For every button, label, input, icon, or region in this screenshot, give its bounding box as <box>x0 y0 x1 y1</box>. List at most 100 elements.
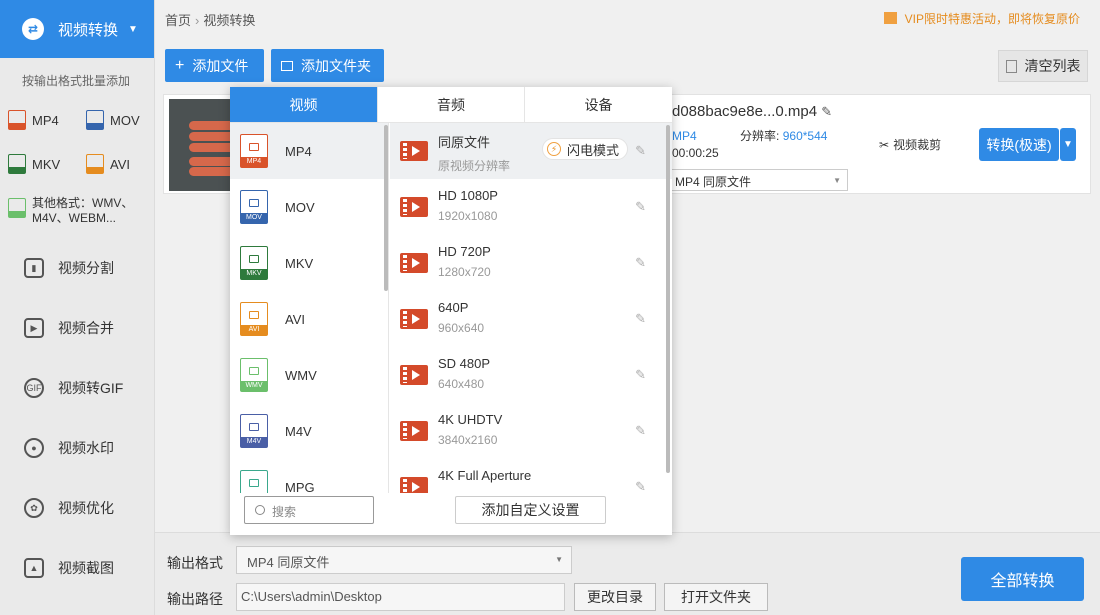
edit-preset-icon[interactable]: ✎ <box>635 255 646 271</box>
edit-preset-icon[interactable]: ✎ <box>635 479 646 493</box>
format-list-scrollbar[interactable] <box>384 125 388 291</box>
format-list: MP4 MP4 MOV MOV MKV MKV AVI AVI WMV WMV … <box>230 123 389 493</box>
format-item-label: MP4 <box>285 143 312 159</box>
convert-icon: ⇄ <box>22 18 44 40</box>
open-folder-button[interactable]: 打开文件夹 <box>664 583 768 611</box>
preset-item[interactable]: 4K UHDTV 3840x2160 ✎ <box>390 403 672 459</box>
output-path-field[interactable]: C:\Users\admin\Desktop <box>236 583 565 611</box>
format-item-label: M4V <box>285 423 312 439</box>
bottom-bar: 输出格式 MP4 同原文件 ▼ 输出路径 C:\Users\admin\Desk… <box>155 532 1100 615</box>
sidebar-item-video-merge[interactable]: ▶ 视频合并 <box>0 298 154 358</box>
change-directory-button[interactable]: 更改目录 <box>574 583 656 611</box>
add-file-label: 添加文件 <box>192 57 249 74</box>
optimize-icon: ✿ <box>24 498 44 518</box>
flash-mode-label: 闪电模式 <box>567 142 620 158</box>
sidebar-item-video-split[interactable]: ▮ 视频分割 <box>0 238 154 298</box>
file-output-format-value: MP4 同原文件 <box>675 175 752 189</box>
breadcrumb-current: 视频转换 <box>203 13 256 28</box>
edit-preset-icon[interactable]: ✎ <box>635 311 646 327</box>
sidebar-item-video-to-gif[interactable]: GIF 视频转GIF <box>0 358 154 418</box>
video-file-icon <box>400 309 428 329</box>
other-format-file-icon <box>8 198 26 218</box>
chevron-down-icon: ▼ <box>128 23 138 35</box>
preset-item[interactable]: 4K Full Aperture ✎ <box>390 459 672 493</box>
sidebar-header-video-convert[interactable]: ⇄ 视频转换 ▼ <box>0 0 154 58</box>
sidebar-menu: ▮ 视频分割 ▶ 视频合并 GIF 视频转GIF ● 视频水印 ✿ 视频优化 ▲… <box>0 238 154 598</box>
add-file-button[interactable]: + 添加文件 <box>165 49 264 82</box>
mov-file-icon: MOV <box>240 190 268 224</box>
file-duration: 00:00:25 <box>672 146 719 160</box>
preset-item[interactable]: HD 720P 1280x720 ✎ <box>390 235 672 291</box>
format-item-wmv[interactable]: WMV WMV <box>230 347 388 403</box>
edit-preset-icon[interactable]: ✎ <box>635 143 646 159</box>
add-custom-settings-button[interactable]: 添加自定义设置 <box>455 496 606 524</box>
video-file-icon <box>400 421 428 441</box>
folder-icon <box>281 60 293 71</box>
preset-list-scrollbar[interactable] <box>666 125 670 473</box>
tab-audio[interactable]: 音频 <box>377 87 525 123</box>
trash-icon <box>1005 59 1017 73</box>
preset-item[interactable]: 同原文件 原视频分辨率 ⚡ 闪电模式 ✎ <box>390 123 672 179</box>
quick-format-other[interactable]: 其他格式：WMV、M4V、WEBM... <box>0 186 154 230</box>
quick-format-mov[interactable]: MOV <box>86 98 163 142</box>
breadcrumb-home[interactable]: 首页 <box>165 13 191 28</box>
screenshot-icon: ▲ <box>24 558 44 578</box>
video-thumbnail[interactable] <box>169 99 239 191</box>
format-tabs: 视频 音频 设备 <box>230 87 672 123</box>
format-item-mp4[interactable]: MP4 MP4 <box>230 123 388 179</box>
format-item-m4v[interactable]: M4V M4V <box>230 403 388 459</box>
sidebar: ⇄ 视频转换 ▼ 按输出格式批量添加 MP4 MOV MKV AVI 其他格式：… <box>0 0 155 615</box>
preset-item[interactable]: HD 1080P 1920x1080 ✎ <box>390 179 672 235</box>
format-item-mpg[interactable]: MPG MPG <box>230 459 388 493</box>
format-item-mkv[interactable]: MKV MKV <box>230 235 388 291</box>
preset-item[interactable]: SD 480P 640x480 ✎ <box>390 347 672 403</box>
mp4-file-icon: MP4 <box>240 134 268 168</box>
add-folder-button[interactable]: 添加文件夹 <box>271 49 384 82</box>
lightning-icon: ⚡ <box>547 142 561 156</box>
format-item-mov[interactable]: MOV MOV <box>230 179 388 235</box>
mpg-file-icon: MPG <box>240 470 268 493</box>
avi-file-icon: AVI <box>240 302 268 336</box>
edit-name-icon[interactable]: ✎ <box>821 104 832 119</box>
mov-file-icon <box>86 110 104 130</box>
format-search-input[interactable]: 搜索 <box>244 496 374 524</box>
preset-item[interactable]: 640P 960x640 ✎ <box>390 291 672 347</box>
format-item-avi[interactable]: AVI AVI <box>230 291 388 347</box>
edit-preset-icon[interactable]: ✎ <box>635 367 646 383</box>
sidebar-item-label: 视频转GIF <box>58 380 124 396</box>
tab-device[interactable]: 设备 <box>525 87 672 123</box>
file-output-format-select[interactable]: MP4 同原文件 ▼ <box>668 169 848 191</box>
watermark-icon: ● <box>24 438 44 458</box>
sidebar-item-video-optimize[interactable]: ✿ 视频优化 <box>0 478 154 538</box>
file-name: d088bac9e8e...0.mp4 ✎ <box>672 103 832 120</box>
mkv-file-icon: MKV <box>240 246 268 280</box>
vip-notice[interactable]: VIP限时特惠活动，即将恢复原价 <box>883 10 1080 27</box>
sidebar-item-video-screenshot[interactable]: ▲ 视频截图 <box>0 538 154 598</box>
file-format: MP4 分辨率: 960*544 <box>672 127 827 144</box>
clear-list-button[interactable]: 清空列表 <box>998 50 1088 82</box>
convert-all-button[interactable]: 全部转换 <box>961 557 1084 601</box>
chevron-down-icon: ▼ <box>833 176 841 185</box>
format-popup: 视频 音频 设备 MP4 MP4 MOV MOV MKV MKV AVI AVI… <box>230 87 672 535</box>
output-format-select[interactable]: MP4 同原文件 ▼ <box>236 546 572 574</box>
quick-format-label: AVI <box>110 156 130 172</box>
video-crop-button[interactable]: ✂ 视频裁剪 <box>879 136 941 153</box>
convert-fast-button[interactable]: 转换(极速) <box>979 128 1059 161</box>
sidebar-item-video-watermark[interactable]: ● 视频水印 <box>0 418 154 478</box>
chevron-down-icon: ▼ <box>1063 139 1073 150</box>
file-format-value: MP4 <box>672 129 697 143</box>
avi-file-icon <box>86 154 104 174</box>
edit-preset-icon[interactable]: ✎ <box>635 199 646 215</box>
quick-format-mkv[interactable]: MKV <box>8 142 86 186</box>
flash-mode-badge[interactable]: ⚡ 闪电模式 <box>542 138 629 160</box>
search-icon <box>255 505 265 515</box>
convert-options-dropdown[interactable]: ▼ <box>1060 128 1076 161</box>
quick-format-avi[interactable]: AVI <box>86 142 163 186</box>
clear-list-label: 清空列表 <box>1024 58 1081 74</box>
tab-video[interactable]: 视频 <box>230 87 377 123</box>
quick-format-mp4[interactable]: MP4 <box>8 98 86 142</box>
edit-preset-icon[interactable]: ✎ <box>635 423 646 439</box>
wmv-file-icon: WMV <box>240 358 268 392</box>
chevron-down-icon: ▼ <box>555 555 563 564</box>
mkv-file-icon <box>8 154 26 174</box>
